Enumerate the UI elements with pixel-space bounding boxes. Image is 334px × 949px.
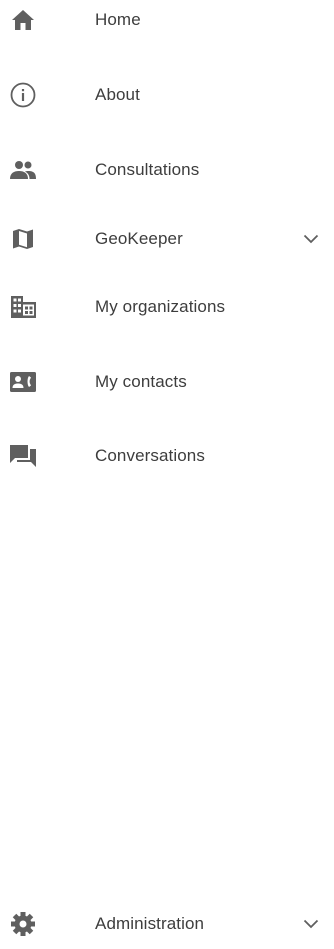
nav-item-conversations[interactable]: Conversations <box>0 431 334 481</box>
nav-item-administration[interactable]: Administration <box>0 899 334 949</box>
nav-item-my-contacts[interactable]: My contacts <box>0 357 334 407</box>
nav-item-about[interactable]: About <box>0 70 334 120</box>
nav-item-my-organizations[interactable]: My organizations <box>0 282 334 332</box>
chat-icon <box>9 443 37 469</box>
nav-item-label: Conversations <box>95 446 205 465</box>
nav-item-consultations[interactable]: Consultations <box>0 145 334 195</box>
nav-item-label: GeoKeeper <box>95 229 183 248</box>
nav-item-label: Consultations <box>95 160 200 179</box>
nav-item-label: My contacts <box>95 372 187 391</box>
home-icon <box>9 7 37 33</box>
people-icon <box>9 157 37 183</box>
info-icon <box>9 82 37 108</box>
map-icon <box>9 226 37 252</box>
nav-item-label: Home <box>95 10 141 29</box>
side-navigation: Home About Consultations GeoKeeper My or… <box>0 0 334 945</box>
nav-item-label: Administration <box>95 914 205 933</box>
contact-card-icon <box>9 369 37 395</box>
chevron-down-icon[interactable] <box>300 914 322 934</box>
chevron-down-icon[interactable] <box>300 229 322 249</box>
nav-item-home[interactable]: Home <box>0 0 334 45</box>
nav-item-geokeeper[interactable]: GeoKeeper <box>0 214 334 264</box>
building-icon <box>9 294 37 320</box>
nav-item-label: About <box>95 85 140 104</box>
gear-icon <box>9 911 37 937</box>
nav-item-label: My organizations <box>95 297 226 316</box>
